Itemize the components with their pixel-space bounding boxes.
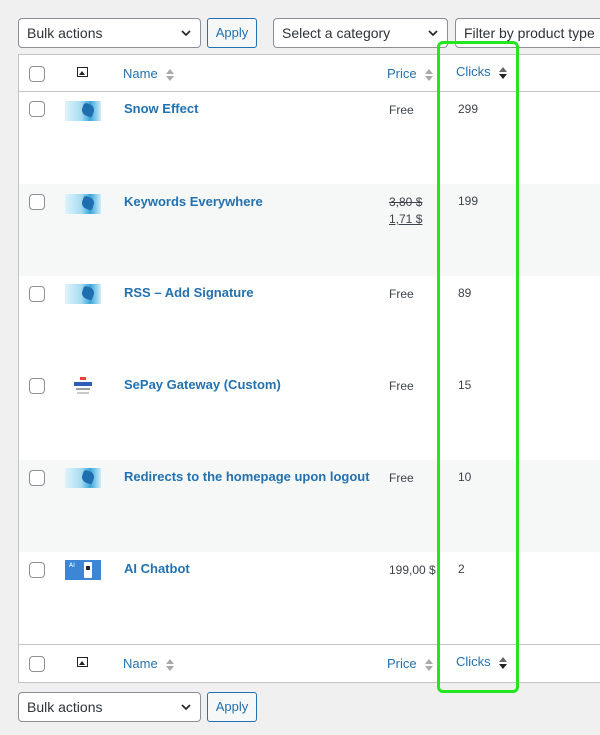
top-tablenav: Bulk actions Apply Select a category Fil… (18, 18, 600, 48)
sale-price: 1,71 $ (389, 212, 423, 226)
row-checkbox[interactable] (29, 101, 45, 117)
row-checkbox[interactable] (29, 378, 45, 394)
price-value: 199,00 $ (389, 563, 436, 577)
product-price: Free (389, 470, 414, 487)
row-checkbox[interactable] (29, 470, 45, 486)
sort-clicks-link[interactable]: Clicks (456, 64, 508, 79)
select-all-checkbox[interactable] (29, 656, 45, 672)
click-count: 15 (458, 378, 472, 392)
product-name-link[interactable]: Redirects to the homepage upon logout (124, 469, 370, 484)
regular-price: 3,80 $ (389, 195, 423, 209)
sort-price-link[interactable]: Price (387, 656, 434, 671)
price-value: Free (389, 287, 414, 301)
table-row: AI AI Chatbot 199,00 $ 2 (19, 552, 600, 644)
image-icon (77, 67, 88, 77)
product-thumbnail-icon[interactable] (65, 101, 101, 121)
chevron-down-icon (181, 704, 191, 711)
product-name-link[interactable]: AI Chatbot (124, 561, 190, 576)
sort-clicks-link[interactable]: Clicks (456, 654, 508, 669)
product-price: Free (389, 378, 414, 395)
apply-button[interactable]: Apply (207, 692, 257, 722)
product-price: 3,80 $ 1,71 $ (389, 194, 422, 228)
sort-icon (425, 68, 434, 81)
row-checkbox[interactable] (29, 194, 45, 210)
product-price: Free (389, 286, 414, 303)
clicks-column-label: Clicks (456, 64, 491, 79)
product-name-link[interactable]: Keywords Everywhere (124, 194, 263, 209)
bulk-actions-value: Bulk actions (27, 699, 103, 715)
category-select[interactable]: Select a category (273, 18, 448, 48)
chevron-down-icon (181, 30, 191, 37)
sort-desc-icon (499, 66, 508, 79)
price-column-label: Price (387, 66, 417, 81)
product-name-link[interactable]: SePay Gateway (Custom) (124, 377, 281, 392)
click-count: 2 (458, 562, 465, 576)
product-thumbnail-icon[interactable] (65, 468, 101, 488)
products-table: Name Price Clicks Snow Effect Free 299 K… (18, 54, 600, 683)
table-header: Name Price Clicks (19, 55, 600, 92)
table-row: Snow Effect Free 299 (19, 92, 600, 184)
row-checkbox[interactable] (29, 562, 45, 578)
bulk-actions-select[interactable]: Bulk actions (18, 692, 201, 722)
thumb-label: AI (69, 562, 75, 569)
product-type-value: Filter by product type (464, 25, 595, 41)
name-column-label: Name (123, 656, 158, 671)
table-row: Redirects to the homepage upon logout Fr… (19, 460, 600, 552)
table-row: Keywords Everywhere 3,80 $ 1,71 $ 199 (19, 184, 600, 276)
product-type-select[interactable]: Filter by product type (455, 18, 600, 48)
image-icon (77, 657, 88, 667)
sepay-logo-icon[interactable] (65, 376, 101, 396)
bulk-actions-select[interactable]: Bulk actions (18, 18, 201, 48)
click-count: 199 (458, 194, 479, 208)
price-column-label: Price (387, 656, 417, 671)
table-footer: Name Price Clicks (19, 644, 600, 681)
product-thumbnail-icon[interactable] (65, 284, 101, 304)
apply-button[interactable]: Apply (207, 18, 257, 48)
sort-price-link[interactable]: Price (387, 66, 434, 81)
sort-icon (166, 658, 175, 671)
table-row: SePay Gateway (Custom) Free 15 (19, 368, 600, 460)
sort-icon (425, 658, 434, 671)
click-count: 10 (458, 470, 472, 484)
click-count: 299 (458, 102, 479, 116)
sort-name-link[interactable]: Name (123, 66, 175, 81)
row-checkbox[interactable] (29, 286, 45, 302)
sort-icon (166, 68, 175, 81)
product-thumbnail-icon[interactable] (65, 194, 101, 214)
price-value: Free (389, 103, 414, 117)
product-price: 199,00 $ (389, 562, 436, 579)
product-name-link[interactable]: Snow Effect (124, 101, 198, 116)
click-count: 89 (458, 286, 472, 300)
sort-desc-icon (499, 656, 508, 669)
ai-chatbot-thumbnail-icon[interactable]: AI (65, 560, 101, 580)
chevron-down-icon (428, 30, 438, 37)
product-name-link[interactable]: RSS – Add Signature (124, 285, 254, 300)
select-all-checkbox[interactable] (29, 66, 45, 82)
table-row: RSS – Add Signature Free 89 (19, 276, 600, 368)
price-value: Free (389, 471, 414, 485)
price-value: Free (389, 379, 414, 393)
clicks-column-label: Clicks (456, 654, 491, 669)
product-price: Free (389, 102, 414, 119)
sort-name-link[interactable]: Name (123, 656, 175, 671)
name-column-label: Name (123, 66, 158, 81)
bottom-tablenav: Bulk actions Apply (18, 692, 600, 722)
bulk-actions-value: Bulk actions (27, 25, 103, 41)
category-value: Select a category (282, 25, 391, 41)
